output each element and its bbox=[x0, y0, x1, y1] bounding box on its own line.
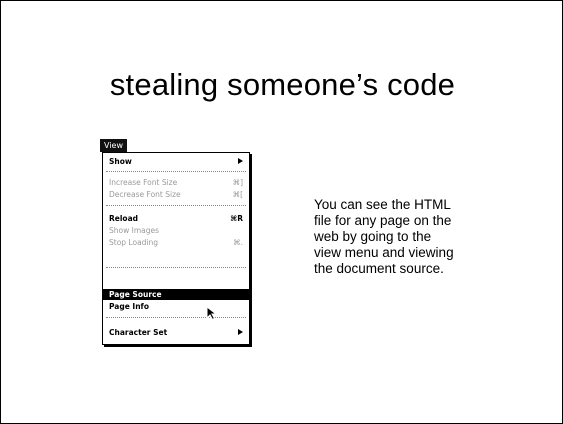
body-text-line: the document source. bbox=[314, 261, 444, 276]
menu-divider bbox=[106, 267, 246, 268]
body-text: You can see the HTML file for any page o… bbox=[314, 197, 514, 277]
menu-divider bbox=[106, 317, 246, 318]
body-text-line: file for any page on the bbox=[314, 213, 452, 228]
menu-item-decrease-font-label: Decrease Font Size bbox=[109, 190, 181, 199]
menu-item-reload-label: Reload bbox=[109, 214, 139, 223]
submenu-arrow-icon bbox=[238, 329, 243, 335]
menu-title-view[interactable]: View bbox=[100, 139, 127, 152]
mouse-pointer-icon bbox=[206, 306, 218, 320]
menu-item-page-info-label: Page Info bbox=[109, 302, 149, 311]
menu-item-page-info[interactable]: Page Info bbox=[103, 301, 249, 312]
body-text-line: You can see the HTML bbox=[314, 197, 451, 212]
menu-item-show[interactable]: Show bbox=[103, 156, 249, 167]
menu-item-stop-loading[interactable]: Stop Loading ⌘. bbox=[103, 237, 249, 248]
menu-item-decrease-font[interactable]: Decrease Font Size ⌘[ bbox=[103, 189, 249, 200]
menu-item-show-label: Show bbox=[109, 157, 132, 166]
view-menu-screenshot: View Show Increase Font Size ⌘] Decrease… bbox=[100, 139, 252, 347]
menu-item-reload[interactable]: Reload ⌘R bbox=[103, 213, 249, 224]
menu-item-increase-font-label: Increase Font Size bbox=[109, 178, 178, 187]
menu-item-page-source[interactable]: Page Source bbox=[103, 289, 249, 300]
submenu-arrow-icon bbox=[238, 158, 243, 164]
menu-item-stop-loading-shortcut: ⌘. bbox=[233, 238, 243, 247]
body-text-line: web by going to the bbox=[314, 229, 432, 244]
menu-item-reload-shortcut: ⌘R bbox=[230, 214, 243, 223]
menu-item-page-source-label: Page Source bbox=[109, 290, 162, 299]
menu-item-decrease-font-shortcut: ⌘[ bbox=[232, 190, 243, 199]
menu-item-show-images[interactable]: Show Images bbox=[103, 225, 249, 236]
view-menu-panel: Show Increase Font Size ⌘] Decrease Font… bbox=[102, 152, 250, 345]
menu-item-character-set[interactable]: Character Set bbox=[103, 327, 249, 338]
menu-divider bbox=[106, 205, 246, 206]
menu-item-character-set-label: Character Set bbox=[109, 328, 168, 337]
body-text-line: view menu and viewing bbox=[314, 245, 454, 260]
menu-item-show-images-label: Show Images bbox=[109, 226, 160, 235]
slide: stealing someone’s code View Show Increa… bbox=[0, 0, 563, 424]
menu-item-increase-font-shortcut: ⌘] bbox=[232, 178, 243, 187]
slide-title: stealing someone’s code bbox=[109, 67, 456, 102]
menu-item-increase-font[interactable]: Increase Font Size ⌘] bbox=[103, 177, 249, 188]
menu-item-stop-loading-label: Stop Loading bbox=[109, 238, 159, 247]
menu-divider bbox=[106, 171, 246, 172]
